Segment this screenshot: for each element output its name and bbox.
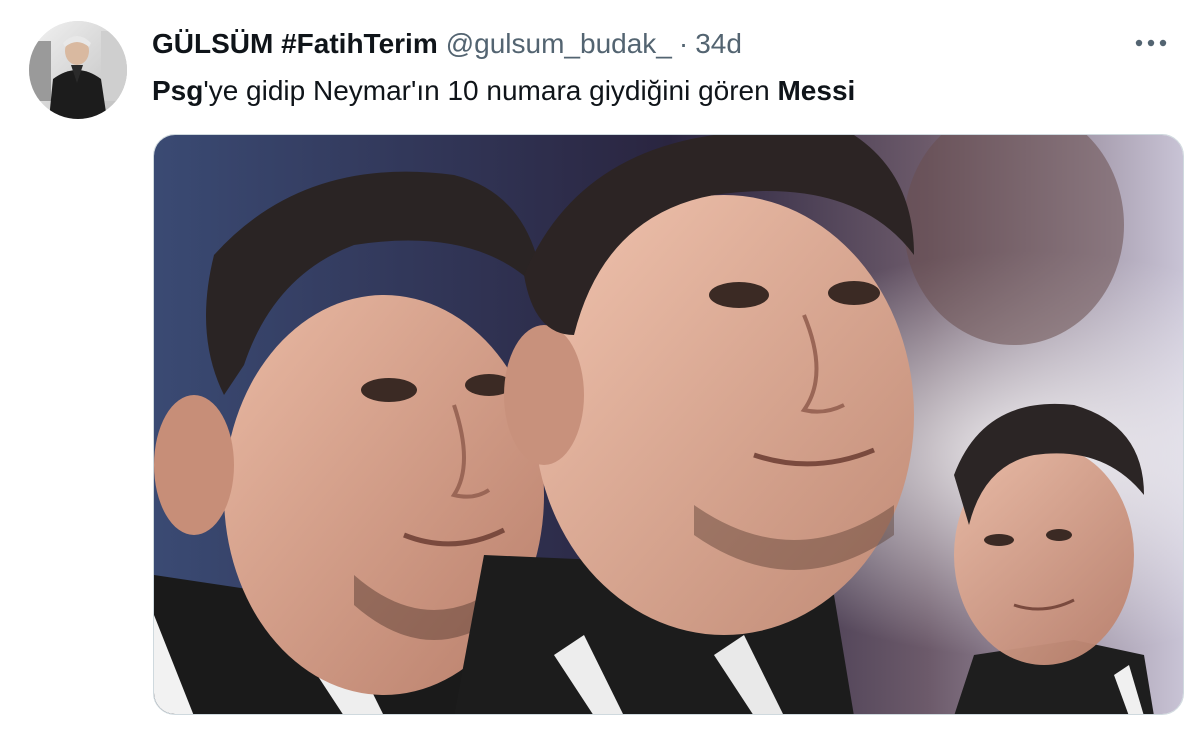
tweet-header: GÜLSÜM #FatihTerim @gulsum_budak_ · 34d (152, 26, 742, 62)
tweet-text-body: 'ye gidip Neymar'ın 10 numara giydiğini … (203, 75, 778, 106)
display-name[interactable]: GÜLSÜM #FatihTerim (152, 26, 438, 62)
tweet-text-bold-messi: Messi (777, 75, 856, 106)
avatar-image (29, 21, 127, 119)
tweet-text: Psg'ye gidip Neymar'ın 10 numara giydiği… (152, 72, 855, 110)
tweet-text-bold-psg: Psg (152, 75, 204, 106)
avatar[interactable] (29, 21, 127, 119)
user-handle[interactable]: @gulsum_budak_ (446, 26, 672, 62)
more-options-icon (1135, 39, 1167, 47)
tweet: GÜLSÜM #FatihTerim @gulsum_budak_ · 34d … (0, 0, 1200, 731)
photo-image (154, 135, 1183, 714)
separator-dot: · (678, 28, 689, 59)
more-options-button[interactable] (1134, 30, 1168, 56)
tweet-media-photo[interactable] (153, 134, 1184, 715)
tweet-timestamp[interactable]: 34d (695, 26, 742, 62)
